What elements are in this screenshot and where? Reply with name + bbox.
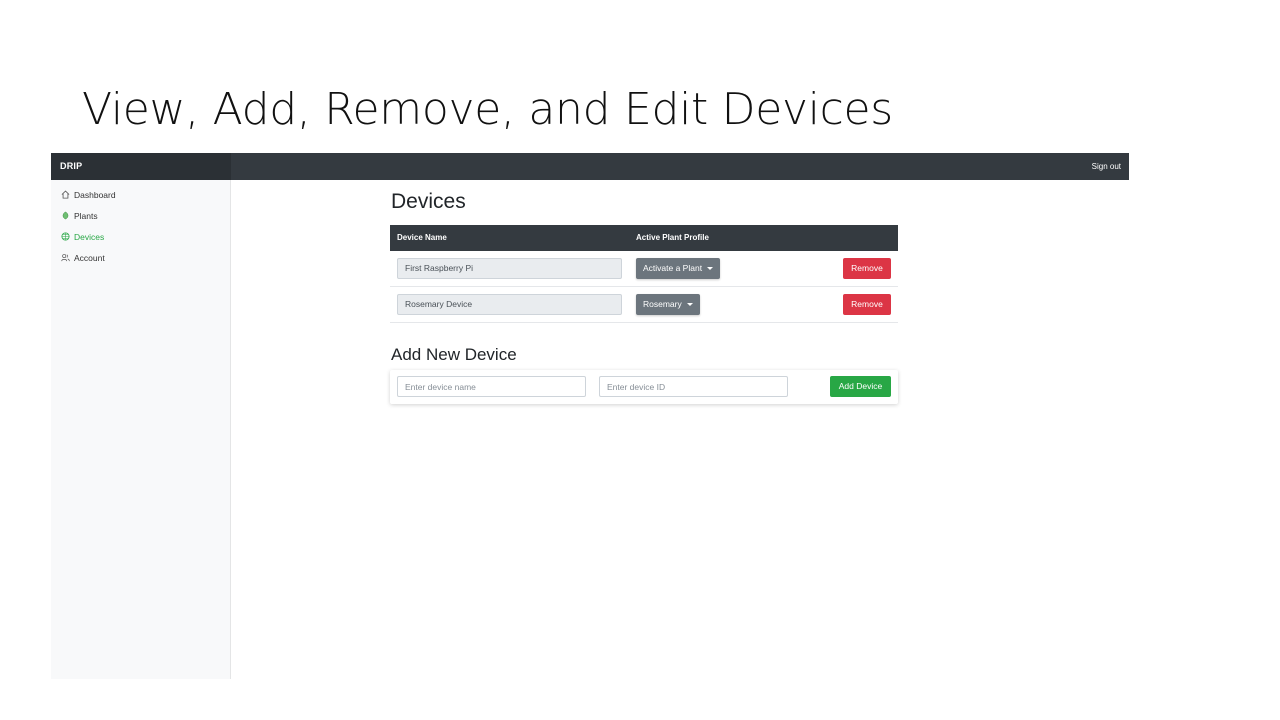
sidebar-item-label: Dashboard [74,189,116,200]
add-device-button[interactable]: Add Device [830,376,891,397]
brand-logo[interactable]: DRIP [51,153,231,180]
table-row: Rosemary Device Rosemary Remove [390,287,898,323]
slide-title: View, Add, Remove, and Edit Devices [82,84,893,135]
sign-out-link[interactable]: Sign out [1092,153,1121,180]
sidebar-item-devices[interactable]: Devices [51,226,231,247]
users-icon [60,252,71,263]
home-icon [60,189,71,200]
table-row: First Raspberry Pi Activate a Plant Remo… [390,251,898,287]
plant-profile-dropdown[interactable]: Rosemary [636,294,700,315]
dropdown-label: Activate a Plant [643,263,703,273]
column-header-device-name: Device Name [397,233,447,242]
add-device-form: Add Device [390,370,898,404]
caret-down-icon [707,267,714,271]
sidebar-item-label: Plants [74,210,98,221]
page-title: Devices [391,190,466,213]
top-navbar: DRIP Sign out [51,153,1129,180]
sidebar-item-label: Devices [74,231,105,242]
device-name-input[interactable] [397,376,586,397]
chip-icon [60,231,71,242]
sidebar-item-dashboard[interactable]: Dashboard [51,184,231,205]
app-window: DRIP Sign out Dashboard Plants Devices A… [51,153,1129,679]
device-name-field[interactable]: First Raspberry Pi [397,258,622,279]
sidebar-item-label: Account [74,252,105,263]
device-id-input[interactable] [599,376,788,397]
column-header-active-plant-profile: Active Plant Profile [636,233,709,242]
add-device-heading: Add New Device [391,345,517,364]
dropdown-label: Rosemary [643,299,682,309]
leaf-icon [60,210,71,221]
remove-button[interactable]: Remove [843,294,891,315]
caret-down-icon [686,303,693,307]
remove-button[interactable]: Remove [843,258,891,279]
plant-profile-dropdown[interactable]: Activate a Plant [636,258,721,279]
table-header: Device Name Active Plant Profile [390,225,898,251]
sidebar: Dashboard Plants Devices Account [51,180,231,679]
sidebar-item-account[interactable]: Account [51,247,231,268]
sidebar-item-plants[interactable]: Plants [51,205,231,226]
devices-table: Device Name Active Plant Profile First R… [390,225,898,323]
device-name-field[interactable]: Rosemary Device [397,294,622,315]
